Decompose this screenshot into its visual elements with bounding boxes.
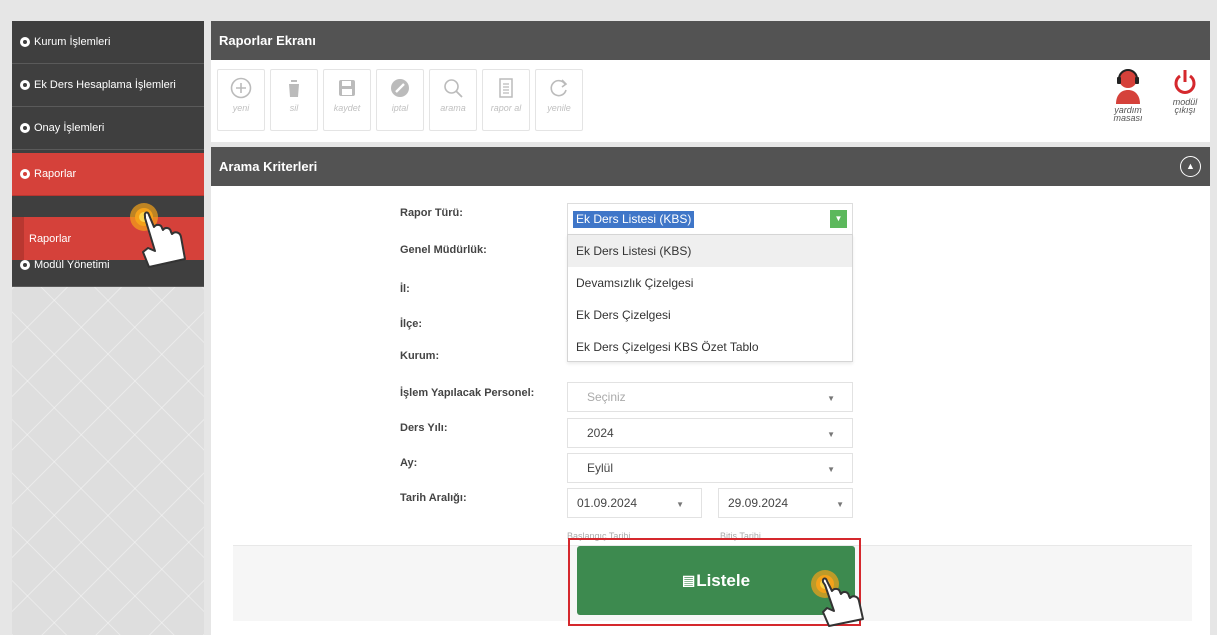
list-icon: ▤ [681, 572, 696, 588]
floppy-icon [339, 80, 355, 96]
personnel-select[interactable]: Seçiniz ▼ [567, 382, 853, 412]
report-type-dropdown: Ek Ders Listesi (KBS) Devamsızlık Çizelg… [567, 234, 853, 362]
save-button[interactable]: kaydet [323, 69, 371, 131]
search-button-label: arama [440, 103, 466, 113]
new-button[interactable]: yeni [217, 69, 265, 131]
directorate-label: Genel Müdürlük: [400, 244, 487, 256]
help-desk-label-2: masası [1113, 113, 1143, 123]
get-report-button[interactable]: rapor al [482, 69, 530, 131]
refresh-button[interactable]: yenile [535, 69, 583, 131]
circle-icon [20, 80, 30, 90]
refresh-button-label: yenile [547, 103, 571, 113]
list-button-label: Listele [696, 570, 751, 590]
chevron-down-icon[interactable]: ▼ [830, 210, 847, 228]
personnel-select-value: Seçiniz [587, 390, 626, 404]
end-date-select[interactable]: 29.09.2024 ▼ [718, 488, 853, 518]
sidebar-item-ek-ders-hesaplama[interactable]: Ek Ders Hesaplama İşlemleri [12, 64, 204, 107]
cancel-button-label: iptal [391, 103, 409, 113]
trash-icon [287, 80, 301, 97]
district-label: İlçe: [400, 318, 423, 330]
report-type-select[interactable]: Ek Ders Listesi (KBS) ▼ [567, 203, 853, 235]
help-desk-icon [1116, 69, 1140, 104]
dropdown-option[interactable]: Devamsızlık Çizelgesi [568, 267, 852, 299]
start-date-value: 01.09.2024 [577, 496, 638, 510]
sidebar-background-pattern [12, 287, 204, 635]
help-desk-button[interactable]: yardım masası [1113, 67, 1143, 123]
delete-button[interactable]: sil [270, 69, 318, 131]
delete-button-label: sil [289, 103, 299, 113]
module-exit-button[interactable]: modül çıkışı [1172, 67, 1198, 115]
year-select-value: 2024 [587, 426, 614, 440]
month-select[interactable]: Eylül ▼ [567, 453, 853, 483]
month-label: Ay: [400, 457, 418, 469]
search-button[interactable]: arama [429, 69, 477, 131]
search-icon [444, 79, 463, 98]
circle-icon [20, 37, 30, 47]
circle-icon [20, 123, 30, 133]
sidebar-item-label: Ek Ders Hesaplama İşlemleri [34, 79, 176, 91]
sidebar-subitem-label: Raporlar [29, 232, 72, 245]
start-date-select[interactable]: 01.09.2024 ▼ [567, 488, 702, 518]
collapse-toggle-button[interactable]: ▲ [1180, 156, 1201, 177]
chevron-down-icon: ▼ [836, 500, 844, 509]
page-title: Raporlar Ekranı [219, 33, 316, 48]
chevron-down-icon: ▼ [827, 465, 835, 474]
sidebar-item-raporlar[interactable]: Raporlar [12, 153, 204, 196]
institution-label: Kurum: [400, 350, 440, 362]
new-button-label: yeni [232, 103, 250, 113]
pointer-hand-icon [125, 200, 205, 283]
save-button-label: kaydet [333, 103, 361, 113]
report-type-label: Rapor Türü: [400, 207, 463, 219]
end-date-value: 29.09.2024 [728, 496, 789, 510]
year-select[interactable]: 2024 ▼ [567, 418, 853, 448]
date-range-label: Tarih Aralığı: [400, 492, 467, 504]
circle-icon [20, 260, 30, 270]
province-label: İl: [400, 283, 410, 295]
refresh-icon [550, 79, 568, 97]
sidebar-item-kurum-islemleri[interactable]: Kurum İşlemleri [12, 21, 204, 64]
chevron-down-icon: ▼ [827, 394, 835, 403]
search-criteria-header: Arama Kriterleri ▲ [211, 147, 1210, 186]
page-header: Raporlar Ekranı [211, 21, 1210, 60]
dropdown-option[interactable]: Ek Ders Çizelgesi KBS Özet Tablo [568, 331, 852, 363]
sidebar-item-label: Raporlar [34, 168, 77, 180]
chevron-down-icon: ▼ [827, 430, 835, 439]
toolbar: yeni sil kaydet iptal arama rapor al yen… [211, 60, 1210, 142]
chevron-down-icon: ▼ [676, 500, 684, 509]
document-icon [499, 78, 513, 98]
sidebar-item-label: Kurum İşlemleri [34, 36, 111, 48]
up-down-arrow-icon: ▲ [1186, 161, 1195, 171]
circle-icon [20, 169, 30, 179]
get-report-button-label: rapor al [490, 103, 522, 113]
dropdown-option[interactable]: Ek Ders Listesi (KBS) [568, 235, 852, 267]
dropdown-option[interactable]: Ek Ders Çizelgesi [568, 299, 852, 331]
cancel-icon [391, 79, 409, 97]
sidebar-item-onay-islemleri[interactable]: Onay İşlemleri [12, 107, 204, 150]
personnel-label: İşlem Yapılacak Personel: [400, 387, 535, 399]
pointer-hand-icon [805, 567, 871, 635]
cancel-button[interactable]: iptal [376, 69, 424, 131]
plus-circle-icon [230, 77, 252, 99]
year-label: Ders Yılı: [400, 422, 448, 434]
search-criteria-title: Arama Kriterleri [219, 159, 318, 174]
report-type-select-value: Ek Ders Listesi (KBS) [573, 211, 695, 228]
module-exit-label-2: çıkışı [1174, 105, 1196, 115]
power-icon [1174, 70, 1196, 94]
sidebar-item-label: Modül Yönetimi [34, 259, 110, 271]
sidebar-item-label: Onay İşlemleri [34, 122, 105, 134]
month-select-value: Eylül [587, 461, 614, 475]
